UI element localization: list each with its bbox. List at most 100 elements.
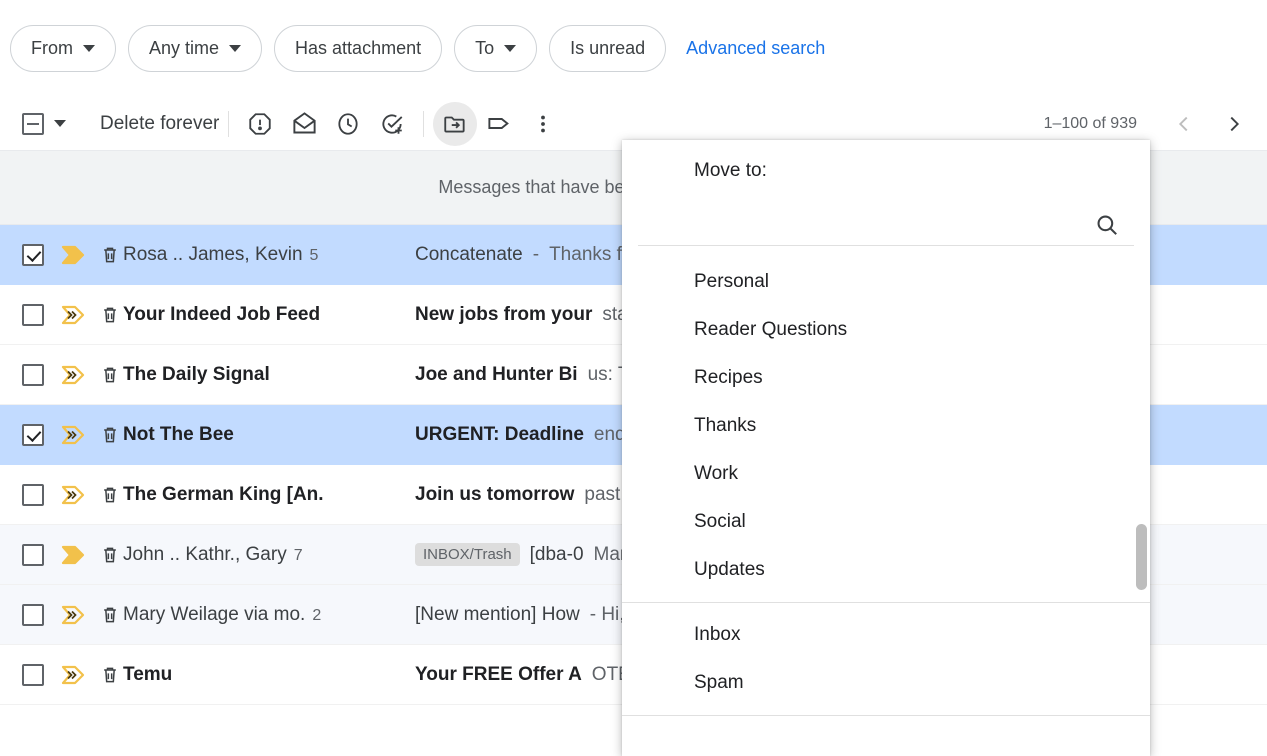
report-spam-button[interactable] xyxy=(238,102,282,146)
subject-text: Join us tomorrow xyxy=(415,483,575,505)
important-marker-icon[interactable] xyxy=(57,365,91,385)
move-to-item-personal[interactable]: Personal xyxy=(622,258,1150,306)
mail-sender: Rosa .. James, Kevin 5 xyxy=(123,244,415,266)
chevron-down-icon[interactable] xyxy=(54,120,66,127)
sender-name: Your Indeed Job Feed xyxy=(123,303,321,325)
subject-text: URGENT: Deadline xyxy=(415,423,584,445)
row-checkbox[interactable] xyxy=(22,483,44,506)
newer-page-button[interactable] xyxy=(1163,103,1205,145)
sender-name: The German King [An. xyxy=(123,483,324,505)
row-checkbox[interactable] xyxy=(22,363,44,386)
pagination-controls: 1–100 of 939 xyxy=(1044,103,1255,145)
move-to-item-keep[interactable]: Keep xyxy=(622,246,1150,258)
labels-button[interactable] xyxy=(477,102,521,146)
important-marker-icon[interactable] xyxy=(57,245,91,265)
toolbar-divider xyxy=(228,110,230,137)
important-marker-icon[interactable] xyxy=(57,545,91,565)
mail-sender: John .. Kathr., Gary 7 xyxy=(123,544,415,566)
row-checkbox[interactable] xyxy=(22,603,44,626)
row-checkbox-checked[interactable] xyxy=(22,243,44,266)
search-filter-chips-row: From Any time Has attachment To Is unrea… xyxy=(0,0,1267,97)
move-to-item-thanks[interactable]: Thanks xyxy=(622,402,1150,450)
thread-count: 2 xyxy=(312,606,322,624)
chip-is-unread-label: Is unread xyxy=(570,38,646,58)
label-chip[interactable]: INBOX/Trash xyxy=(415,543,520,566)
important-marker-icon[interactable] xyxy=(57,605,91,625)
subject-text: [New mention] How xyxy=(415,603,580,625)
important-marker-icon[interactable] xyxy=(57,665,91,685)
important-marker-icon[interactable] xyxy=(57,305,91,325)
mail-sender: The Daily Signal xyxy=(123,364,415,386)
move-to-search-input[interactable] xyxy=(638,214,1094,235)
trash-icon xyxy=(97,244,123,266)
move-to-item-work[interactable]: Work xyxy=(622,450,1150,498)
chip-any-time-label: Any time xyxy=(149,38,220,58)
move-to-item-inbox[interactable]: Inbox xyxy=(622,611,1150,659)
chevron-down-icon xyxy=(504,45,517,52)
chip-is-unread[interactable]: Is unread xyxy=(549,25,667,72)
trash-icon xyxy=(97,484,123,506)
move-to-divider xyxy=(622,715,1150,716)
snooze-button[interactable] xyxy=(326,102,370,146)
checkbox-indeterminate-icon xyxy=(22,112,44,135)
chevron-down-icon xyxy=(229,45,242,52)
trash-icon xyxy=(97,304,123,326)
mail-sender: Temu xyxy=(123,664,415,686)
mark-as-read-button[interactable] xyxy=(282,102,326,146)
subject-text: Concatenate xyxy=(415,243,523,265)
move-to-item-updates[interactable]: Updates xyxy=(622,546,1150,594)
sender-name: Not The Bee xyxy=(123,423,234,445)
older-page-button[interactable] xyxy=(1213,103,1255,145)
move-to-item-recipes[interactable]: Recipes xyxy=(622,354,1150,402)
move-to-item-social[interactable]: Social xyxy=(622,498,1150,546)
thread-count: 5 xyxy=(309,246,319,264)
thread-count: 7 xyxy=(293,546,303,564)
trash-icon xyxy=(97,664,123,686)
delete-forever-button[interactable]: Delete forever xyxy=(100,113,219,135)
sender-name: The Daily Signal xyxy=(123,363,270,385)
move-to-divider xyxy=(622,602,1150,603)
trash-icon xyxy=(97,424,123,446)
move-to-search-row xyxy=(638,204,1134,246)
more-options-button[interactable] xyxy=(521,102,565,146)
trash-icon xyxy=(97,604,123,626)
move-to-label-list: KeepPersonalReader QuestionsRecipesThank… xyxy=(622,246,1150,594)
row-checkbox[interactable] xyxy=(22,303,44,326)
chip-has-attachment-label: Has attachment xyxy=(295,38,422,58)
subject-text: Joe and Hunter Bi xyxy=(415,363,578,385)
subject-text: [dba-0 xyxy=(529,543,584,565)
move-to-dropdown: Move to: KeepPersonalReader QuestionsRec… xyxy=(622,140,1150,756)
subject-snippet-separator: - xyxy=(532,243,540,265)
toolbar-divider xyxy=(423,110,425,137)
important-marker-icon[interactable] xyxy=(57,425,91,445)
search-icon[interactable] xyxy=(1094,212,1134,238)
chip-any-time[interactable]: Any time xyxy=(128,25,263,72)
row-checkbox[interactable] xyxy=(22,543,44,566)
move-to-title: Move to: xyxy=(694,160,767,181)
move-to-scrollbar-thumb[interactable] xyxy=(1136,524,1147,590)
move-to-item-reader-questions[interactable]: Reader Questions xyxy=(622,306,1150,354)
row-checkbox[interactable] xyxy=(22,663,44,686)
chip-has-attachment[interactable]: Has attachment xyxy=(274,25,443,72)
select-all-checkbox[interactable] xyxy=(22,112,66,135)
row-checkbox-checked[interactable] xyxy=(22,423,44,446)
chip-from[interactable]: From xyxy=(10,25,116,72)
chevron-down-icon xyxy=(83,45,95,52)
chip-to[interactable]: To xyxy=(454,25,538,72)
sender-name: John .. Kathr., Gary xyxy=(123,543,287,565)
sender-name: Rosa .. James, Kevin xyxy=(123,243,303,265)
mail-sender: Mary Weilage via mo. 2 xyxy=(123,604,415,626)
mail-sender: The German King [An. xyxy=(123,484,415,506)
important-marker-icon[interactable] xyxy=(57,485,91,505)
subject-text: Your FREE Offer A xyxy=(415,663,582,685)
sender-name: Temu xyxy=(123,663,173,685)
trash-icon xyxy=(97,364,123,386)
advanced-search-link[interactable]: Advanced search xyxy=(686,38,825,59)
mail-sender: Your Indeed Job Feed xyxy=(123,304,415,326)
add-to-tasks-button[interactable] xyxy=(370,102,414,146)
sender-name: Mary Weilage via mo. xyxy=(123,603,306,625)
move-to-button[interactable] xyxy=(433,101,478,146)
move-to-system-list: Inbox Spam xyxy=(622,611,1150,707)
trash-icon xyxy=(97,544,123,566)
move-to-item-spam[interactable]: Spam xyxy=(622,659,1150,707)
